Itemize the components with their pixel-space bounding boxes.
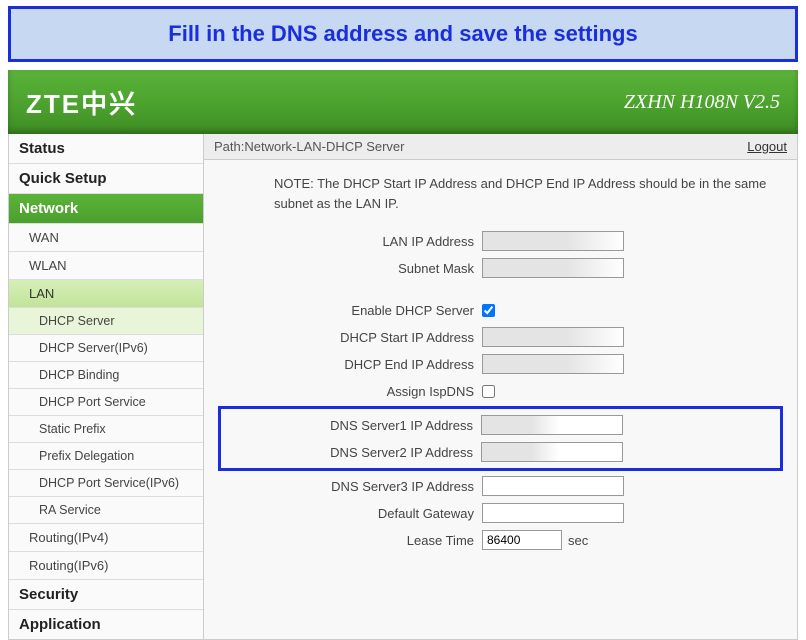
- dns-highlight-box: DNS Server1 IP Address DNS Server2 IP Ad…: [218, 406, 783, 471]
- path-value: Network-LAN-DHCP Server: [244, 139, 404, 154]
- gateway-label: Default Gateway: [222, 506, 482, 521]
- dhcp-start-label: DHCP Start IP Address: [222, 330, 482, 345]
- sidebar-item-dhcp-server[interactable]: DHCP Server: [9, 308, 203, 335]
- sidebar-item-dhcp-binding[interactable]: DHCP Binding: [9, 362, 203, 389]
- lan-ip-input[interactable]: [482, 231, 624, 251]
- sidebar-item-prefix-delegation[interactable]: Prefix Delegation: [9, 443, 203, 470]
- sidebar-item-lan[interactable]: LAN: [9, 280, 203, 308]
- path-label: Path:: [214, 139, 244, 154]
- sidebar-item-status[interactable]: Status: [9, 134, 203, 164]
- enable-dhcp-label: Enable DHCP Server: [222, 303, 482, 318]
- sidebar: Status Quick Setup Network WAN WLAN LAN …: [8, 134, 204, 640]
- brand-logo: ZTE中兴: [26, 84, 137, 121]
- sidebar-item-dhcp-server-ipv6[interactable]: DHCP Server(IPv6): [9, 335, 203, 362]
- model-label: ZXHN H108N V2.5: [624, 91, 780, 114]
- dns1-label: DNS Server1 IP Address: [221, 418, 481, 433]
- sidebar-item-quick-setup[interactable]: Quick Setup: [9, 164, 203, 194]
- sidebar-item-ra-service[interactable]: RA Service: [9, 497, 203, 524]
- dns3-label: DNS Server3 IP Address: [222, 479, 482, 494]
- instruction-banner: Fill in the DNS address and save the set…: [8, 6, 798, 62]
- sidebar-item-network[interactable]: Network: [9, 194, 203, 224]
- dns2-input[interactable]: [481, 442, 623, 462]
- enable-dhcp-checkbox[interactable]: [482, 304, 495, 317]
- sidebar-item-dhcp-port-service-ipv6[interactable]: DHCP Port Service(IPv6): [9, 470, 203, 497]
- assign-ispdns-checkbox[interactable]: [482, 385, 495, 398]
- gateway-input[interactable]: [482, 503, 624, 523]
- breadcrumb: Path:Network-LAN-DHCP Server Logout: [204, 134, 797, 160]
- note-text: NOTE: The DHCP Start IP Address and DHCP…: [204, 160, 797, 223]
- sidebar-item-routing-ipv4[interactable]: Routing(IPv4): [9, 524, 203, 552]
- dns3-input[interactable]: [482, 476, 624, 496]
- subnet-input[interactable]: [482, 258, 624, 278]
- main-panel: Path:Network-LAN-DHCP Server Logout NOTE…: [204, 134, 798, 640]
- lease-label: Lease Time: [222, 533, 482, 548]
- dns1-input[interactable]: [481, 415, 623, 435]
- sidebar-item-dhcp-port-service[interactable]: DHCP Port Service: [9, 389, 203, 416]
- logout-link[interactable]: Logout: [747, 139, 787, 154]
- router-header: ZTE中兴 ZXHN H108N V2.5: [8, 70, 798, 134]
- sidebar-item-static-prefix[interactable]: Static Prefix: [9, 416, 203, 443]
- sidebar-item-routing-ipv6[interactable]: Routing(IPv6): [9, 552, 203, 580]
- sidebar-item-security[interactable]: Security: [9, 580, 203, 610]
- dhcp-start-input[interactable]: [482, 327, 624, 347]
- dns2-label: DNS Server2 IP Address: [221, 445, 481, 460]
- lan-ip-label: LAN IP Address: [222, 234, 482, 249]
- sidebar-item-wlan[interactable]: WLAN: [9, 252, 203, 280]
- dhcp-end-input[interactable]: [482, 354, 624, 374]
- lease-input[interactable]: [482, 530, 562, 550]
- dhcp-end-label: DHCP End IP Address: [222, 357, 482, 372]
- assign-ispdns-label: Assign IspDNS: [222, 384, 482, 399]
- sidebar-item-application[interactable]: Application: [9, 610, 203, 639]
- subnet-label: Subnet Mask: [222, 261, 482, 276]
- sidebar-item-wan[interactable]: WAN: [9, 224, 203, 252]
- lease-suffix: sec: [568, 533, 588, 548]
